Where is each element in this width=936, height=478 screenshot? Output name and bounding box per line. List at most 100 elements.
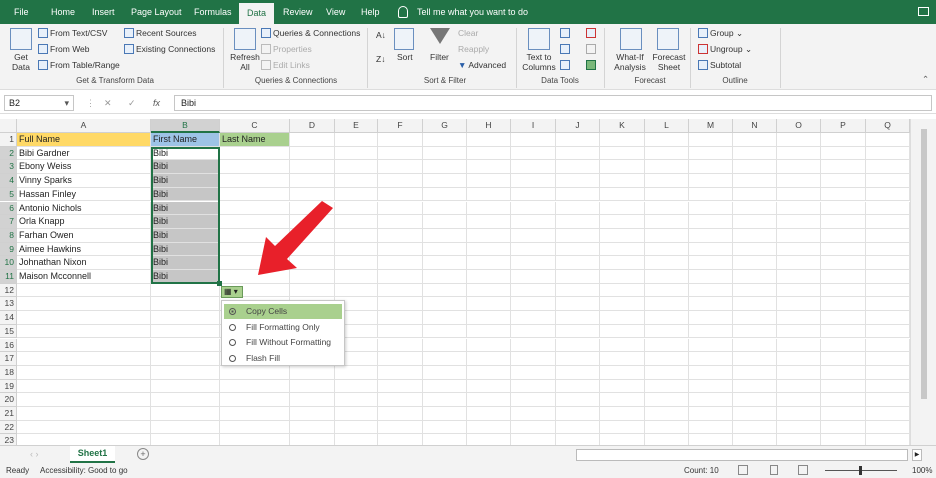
tab-data[interactable]: Data bbox=[239, 3, 275, 24]
cell-Q9[interactable] bbox=[866, 242, 910, 257]
cell-G4[interactable] bbox=[423, 174, 467, 188]
cell-C9[interactable] bbox=[220, 242, 290, 257]
cell-O6[interactable] bbox=[777, 201, 821, 216]
cell-N5[interactable] bbox=[733, 187, 777, 202]
cell-M20[interactable] bbox=[689, 393, 733, 407]
row-header[interactable]: 11 bbox=[0, 270, 17, 284]
cell-M10[interactable] bbox=[689, 256, 733, 270]
cell-P21[interactable] bbox=[821, 407, 866, 421]
cell-M15[interactable] bbox=[689, 324, 733, 339]
cell-N12[interactable] bbox=[733, 283, 777, 298]
cell-K8[interactable] bbox=[600, 228, 645, 243]
cell-G17[interactable] bbox=[423, 352, 467, 366]
cell-K11[interactable] bbox=[600, 270, 645, 284]
collapse-ribbon-icon[interactable]: ⌃ bbox=[922, 74, 929, 85]
cell-D18[interactable] bbox=[290, 365, 335, 380]
cell-M6[interactable] bbox=[689, 201, 733, 216]
cell-N7[interactable] bbox=[733, 215, 777, 229]
zoom-level[interactable]: 100% bbox=[912, 466, 932, 475]
row-header[interactable]: 4 bbox=[0, 174, 17, 188]
column-header-J[interactable]: J bbox=[556, 119, 600, 133]
tell-me-search[interactable]: Tell me what you want to do bbox=[417, 0, 528, 24]
cell-H7[interactable] bbox=[467, 215, 511, 229]
row-header[interactable]: 2 bbox=[0, 146, 17, 161]
cell-P18[interactable] bbox=[821, 365, 866, 380]
from-text-csv-button[interactable]: From Text/CSV bbox=[38, 28, 107, 38]
cell-F13[interactable] bbox=[378, 297, 423, 312]
cell-A11[interactable]: Maison Mcconnell bbox=[17, 270, 151, 284]
row-header[interactable]: 18 bbox=[0, 365, 17, 380]
cell-J6[interactable] bbox=[556, 201, 600, 216]
column-header-Q[interactable]: Q bbox=[866, 119, 910, 133]
cell-H21[interactable] bbox=[467, 407, 511, 421]
cell-G5[interactable] bbox=[423, 187, 467, 202]
cell-K6[interactable] bbox=[600, 201, 645, 216]
cell-C4[interactable] bbox=[220, 174, 290, 188]
cell-K13[interactable] bbox=[600, 297, 645, 312]
cell-M11[interactable] bbox=[689, 270, 733, 284]
cell-B19[interactable] bbox=[151, 379, 220, 394]
row-header[interactable]: 15 bbox=[0, 324, 17, 339]
cell-A4[interactable]: Vinny Sparks bbox=[17, 174, 151, 188]
cell-D20[interactable] bbox=[290, 393, 335, 407]
cell-N17[interactable] bbox=[733, 352, 777, 366]
cell-B22[interactable] bbox=[151, 420, 220, 435]
cell-J16[interactable] bbox=[556, 338, 600, 353]
cell-K1[interactable] bbox=[600, 133, 645, 147]
cell-O17[interactable] bbox=[777, 352, 821, 366]
cell-D5[interactable] bbox=[290, 187, 335, 202]
row-header[interactable]: 6 bbox=[0, 201, 17, 216]
cell-L9[interactable] bbox=[645, 242, 689, 257]
cell-M19[interactable] bbox=[689, 379, 733, 394]
cell-N16[interactable] bbox=[733, 338, 777, 353]
remove-duplicates-icon[interactable] bbox=[560, 44, 572, 54]
cell-L16[interactable] bbox=[645, 338, 689, 353]
column-header-H[interactable]: H bbox=[467, 119, 511, 133]
from-web-button[interactable]: From Web bbox=[38, 44, 90, 54]
cell-D1[interactable] bbox=[290, 133, 335, 147]
vertical-scrollbar[interactable] bbox=[910, 119, 936, 445]
row-header[interactable]: 8 bbox=[0, 228, 17, 243]
cell-J10[interactable] bbox=[556, 256, 600, 270]
cell-J8[interactable] bbox=[556, 228, 600, 243]
cancel-icon[interactable]: ✕ bbox=[104, 95, 112, 111]
cell-N4[interactable] bbox=[733, 174, 777, 188]
cell-I22[interactable] bbox=[511, 420, 556, 435]
cell-I14[interactable] bbox=[511, 311, 556, 325]
row-header[interactable]: 13 bbox=[0, 297, 17, 312]
cell-J4[interactable] bbox=[556, 174, 600, 188]
existing-connections-button[interactable]: Existing Connections bbox=[124, 44, 215, 54]
cell-C10[interactable] bbox=[220, 256, 290, 270]
cell-Q4[interactable] bbox=[866, 174, 910, 188]
cell-Q13[interactable] bbox=[866, 297, 910, 312]
cell-M3[interactable] bbox=[689, 160, 733, 175]
cell-O2[interactable] bbox=[777, 146, 821, 161]
cell-A10[interactable]: Johnathan Nixon bbox=[17, 256, 151, 270]
name-box[interactable]: B2 ▾ bbox=[4, 95, 74, 111]
cell-O11[interactable] bbox=[777, 270, 821, 284]
cell-A18[interactable] bbox=[17, 365, 151, 380]
cell-K16[interactable] bbox=[600, 338, 645, 353]
cell-K10[interactable] bbox=[600, 256, 645, 270]
cell-Q5[interactable] bbox=[866, 187, 910, 202]
cell-I9[interactable] bbox=[511, 242, 556, 257]
page-break-view-icon[interactable] bbox=[798, 465, 808, 475]
cell-O7[interactable] bbox=[777, 215, 821, 229]
cell-H2[interactable] bbox=[467, 146, 511, 161]
cell-E5[interactable] bbox=[335, 187, 378, 202]
cell-E22[interactable] bbox=[335, 420, 378, 435]
cell-D21[interactable] bbox=[290, 407, 335, 421]
row-header[interactable]: 17 bbox=[0, 352, 17, 366]
cell-B20[interactable] bbox=[151, 393, 220, 407]
row-header[interactable]: 16 bbox=[0, 338, 17, 353]
cell-Q17[interactable] bbox=[866, 352, 910, 366]
cell-L12[interactable] bbox=[645, 283, 689, 298]
sort-desc-icon[interactable]: Z↓ bbox=[376, 54, 385, 64]
cell-M2[interactable] bbox=[689, 146, 733, 161]
cell-H10[interactable] bbox=[467, 256, 511, 270]
cell-C1[interactable]: Last Name bbox=[220, 133, 290, 147]
cell-D4[interactable] bbox=[290, 174, 335, 188]
cell-D3[interactable] bbox=[290, 160, 335, 175]
cell-I12[interactable] bbox=[511, 283, 556, 298]
cell-J18[interactable] bbox=[556, 365, 600, 380]
